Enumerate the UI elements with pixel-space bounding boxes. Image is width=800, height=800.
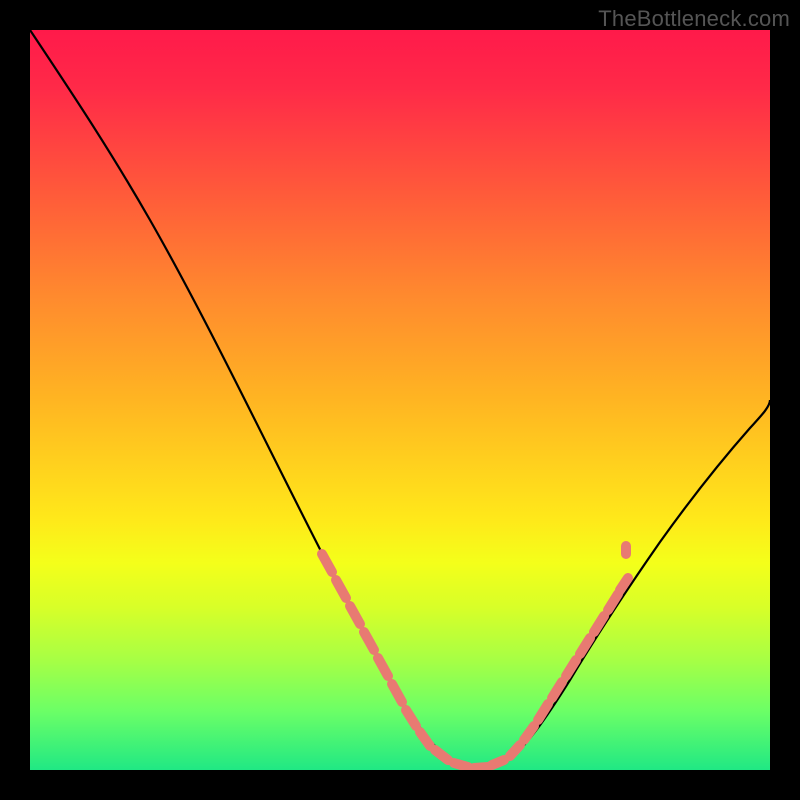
highlight-dash bbox=[510, 745, 520, 756]
watermark-text: TheBottleneck.com bbox=[598, 6, 790, 32]
highlight-dash bbox=[454, 763, 468, 767]
highlight-dash bbox=[336, 580, 346, 598]
highlight-dash bbox=[435, 750, 448, 760]
main-curve bbox=[30, 30, 770, 768]
highlight-dash bbox=[378, 658, 388, 676]
highlight-dash bbox=[420, 732, 430, 746]
highlight-dash bbox=[350, 606, 360, 624]
highlight-dash bbox=[392, 684, 402, 702]
chart-svg bbox=[30, 30, 770, 770]
right-highlight-group bbox=[510, 546, 628, 756]
highlight-dash bbox=[364, 632, 374, 650]
left-highlight-group bbox=[322, 554, 504, 768]
highlight-dash bbox=[406, 710, 416, 726]
plot-area bbox=[30, 30, 770, 770]
highlight-dash bbox=[620, 578, 628, 590]
highlight-dash bbox=[474, 767, 488, 768]
highlight-dash bbox=[322, 554, 332, 572]
highlight-dash bbox=[524, 726, 534, 740]
highlight-dash bbox=[492, 760, 504, 765]
